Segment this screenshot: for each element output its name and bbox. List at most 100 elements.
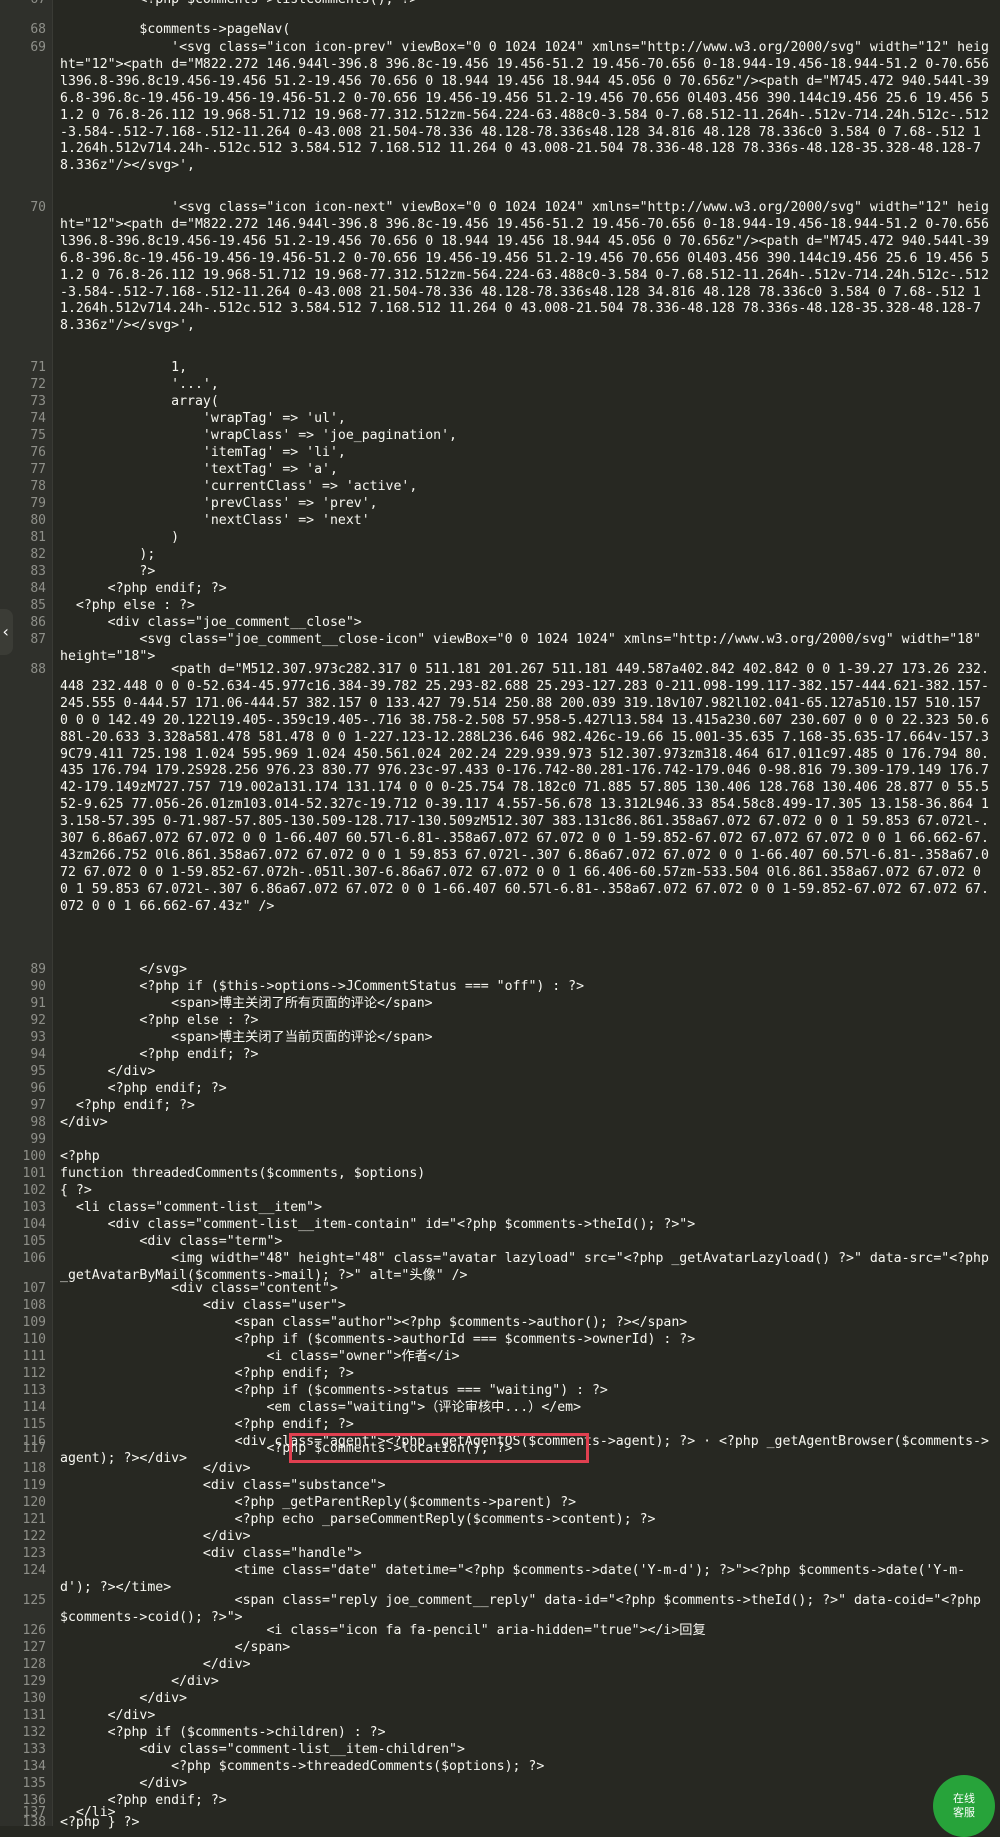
- line-number: 98: [30, 1115, 46, 1130]
- line-code: <i class="owner">作者</i>: [60, 1349, 460, 1364]
- line-number: 113: [22, 1383, 46, 1398]
- line-number: 109: [22, 1315, 46, 1330]
- line-code: <?php endif; ?>: [60, 1047, 259, 1062]
- chat-button-label-1: 在线: [953, 1792, 975, 1805]
- line-code: </div>: [60, 1064, 156, 1079]
- line-number: 94: [30, 1047, 46, 1062]
- line-number: 70: [30, 200, 46, 215]
- line-code: </div>: [60, 1708, 156, 1723]
- line-number: 114: [22, 1400, 46, 1415]
- line-code: '<svg class="icon icon-prev" viewBox="0 …: [60, 40, 989, 174]
- line-code: 'textTag' => 'a',: [60, 462, 338, 477]
- line-number: 95: [30, 1064, 46, 1079]
- line-code: <span class="reply joe_comment__reply" d…: [60, 1593, 989, 1625]
- line-code: <?php if ($this->options->JCommentStatus…: [60, 979, 585, 994]
- chat-button-label-2: 客服: [953, 1806, 975, 1819]
- line-number: 91: [30, 996, 46, 1011]
- line-code: 1,: [60, 360, 188, 375]
- line-code: '<svg class="icon icon-next" viewBox="0 …: [60, 200, 989, 334]
- line-number: 120: [22, 1495, 46, 1510]
- line-code: <?php endif; ?>: [60, 1081, 227, 1096]
- line-code: $comments->pageNav(: [60, 22, 291, 37]
- line-code: </div>: [60, 1529, 251, 1544]
- line-code: 'nextClass' => 'next': [60, 513, 370, 528]
- line-code: <?php endif; ?>: [60, 1417, 354, 1432]
- chevron-left-icon: ‹: [1, 622, 11, 641]
- line-number: 115: [22, 1417, 46, 1432]
- line-code: ): [60, 530, 180, 545]
- line-code: function threadedComments($comments, $op…: [60, 1166, 426, 1181]
- code-editor[interactable]: 67 <?php $comments->listComments(); ?> 68…: [0, 0, 1000, 1830]
- line-code: </div>: [60, 1461, 251, 1476]
- line-code: <?php: [60, 1149, 100, 1164]
- online-service-button[interactable]: 在线 客服: [933, 1775, 995, 1837]
- line-number: 105: [22, 1234, 46, 1249]
- line-number: 100: [22, 1149, 46, 1164]
- line-code: <div class="term">: [60, 1234, 283, 1249]
- line-number: 89: [30, 962, 46, 977]
- line-code: <?php if ($comments->status === "waiting…: [60, 1383, 608, 1398]
- line-code: <div class="handle">: [60, 1546, 362, 1561]
- line-number: 101: [22, 1166, 46, 1181]
- line-number: 93: [30, 1030, 46, 1045]
- line-code: <?php _getParentReply($comments->parent)…: [60, 1495, 577, 1510]
- line-code: <?php endif; ?>: [60, 581, 227, 596]
- line-number: 111: [22, 1349, 46, 1364]
- line-code: <?php endif; ?>: [60, 1098, 195, 1113]
- line-code: <span>博主关闭了当前页面的评论</span>: [60, 1030, 433, 1045]
- line-code: <?php $comments->threadedComments($optio…: [60, 1759, 545, 1774]
- line-code: </div>: [60, 1657, 251, 1672]
- line-code: <?php $comments->location(); ?>: [60, 1441, 513, 1456]
- line-number: 92: [30, 1013, 46, 1028]
- line-code: 'currentClass' => 'active',: [60, 479, 418, 494]
- line-code: );: [60, 547, 156, 562]
- line-number: 78: [30, 479, 46, 494]
- line-code: </div>: [60, 1776, 188, 1791]
- line-code: <?php echo _parseCommentReply($comments-…: [60, 1512, 656, 1527]
- line-number: 81: [30, 530, 46, 545]
- line-code: <?php if ($comments->children) : ?>: [60, 1725, 386, 1740]
- line-number: 129: [22, 1674, 46, 1689]
- line-number: 75: [30, 428, 46, 443]
- line-code: ?>: [60, 564, 156, 579]
- line-code: <div class="comment-list__item-children"…: [60, 1742, 465, 1757]
- line-code: '...',: [60, 377, 219, 392]
- drawer-handle[interactable]: ‹: [0, 609, 13, 655]
- line-code: </svg>: [60, 962, 188, 977]
- line-number: 130: [22, 1691, 46, 1706]
- line-code: 'wrapClass' => 'joe_pagination',: [60, 428, 457, 443]
- line-number: 122: [22, 1529, 46, 1544]
- line-number: 69: [30, 40, 46, 55]
- line-code: <time class="date" datetime="<?php $comm…: [60, 1563, 966, 1595]
- line-number: 80: [30, 513, 46, 528]
- line-code: <span class="author"><?php $comments->au…: [60, 1315, 688, 1330]
- line-code: <svg class="joe_comment__close-icon" vie…: [60, 632, 989, 664]
- line-number: 79: [30, 496, 46, 511]
- line-code: <?php endif; ?>: [60, 1366, 354, 1381]
- line-code: <div class="joe_comment__close">: [60, 615, 362, 630]
- line-code: <i class="icon fa fa-pencil" aria-hidden…: [60, 1623, 706, 1638]
- line-number: 131: [22, 1708, 46, 1723]
- line-code: array(: [60, 394, 219, 409]
- line-code: <?php } ?>: [60, 1815, 140, 1830]
- line-number: 67: [0, 0, 46, 7]
- line-number: 74: [30, 411, 46, 426]
- line-number: 104: [22, 1217, 46, 1232]
- line-code: <?php else : ?>: [60, 1013, 259, 1028]
- line-code: <div class="substance">: [60, 1478, 386, 1493]
- line-number: 112: [22, 1366, 46, 1381]
- line-code: <?php if ($comments->authorId === $comme…: [60, 1332, 696, 1347]
- line-number: 88: [30, 662, 46, 677]
- line-code: <li class="comment-list__item">: [60, 1200, 323, 1215]
- line-number: 138: [22, 1815, 46, 1830]
- line-number: 90: [30, 979, 46, 994]
- line-number: 126: [22, 1623, 46, 1638]
- line-number: 117: [22, 1441, 46, 1456]
- line-number: 72: [30, 377, 46, 392]
- line-code: <em class="waiting">（评论审核中...）</em>: [60, 1400, 582, 1415]
- line-number: 108: [22, 1298, 46, 1313]
- line-number: 125: [22, 1593, 46, 1608]
- line-number: 106: [22, 1251, 46, 1266]
- line-number: 118: [22, 1461, 46, 1476]
- line-code: </div>: [60, 1674, 219, 1689]
